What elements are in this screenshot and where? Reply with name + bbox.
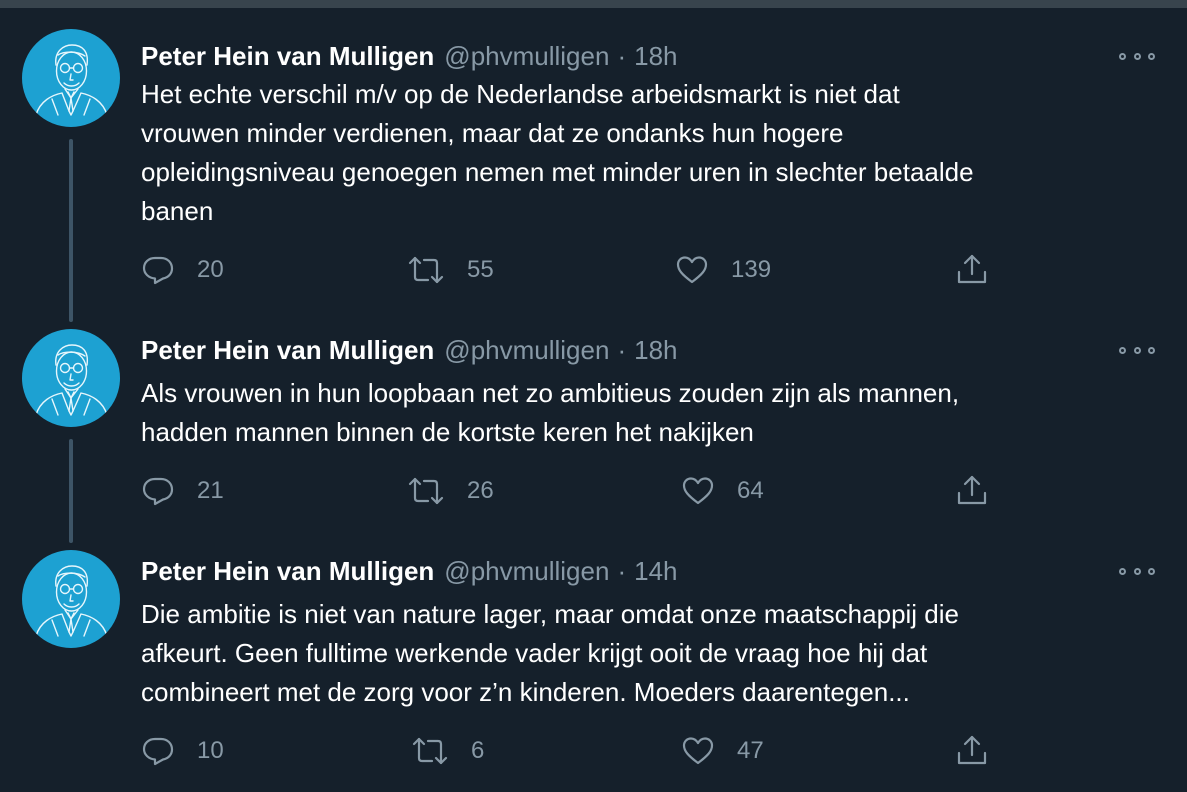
tweet-timestamp[interactable]: 18h: [634, 36, 677, 76]
reply-button[interactable]: 21: [141, 471, 224, 511]
tweet-header: Peter Hein van Mulligen @phvmulligen · 1…: [141, 330, 678, 370]
retweet-button[interactable]: 55: [407, 250, 494, 290]
like-count: 64: [737, 477, 764, 504]
tweet-text: Het echte verschil m/v op de Nederlandse…: [141, 79, 974, 226]
author-handle[interactable]: @phvmulligen: [444, 36, 609, 76]
like-count: 139: [731, 256, 772, 283]
more-options-button[interactable]: [1119, 340, 1155, 360]
more-icon: [1148, 567, 1155, 575]
retweet-count: 55: [467, 256, 494, 283]
reply-icon: [142, 477, 174, 506]
reply-count: 10: [197, 737, 224, 764]
separator-dot: ·: [617, 556, 627, 586]
reply-button[interactable]: 20: [141, 250, 224, 290]
author-name[interactable]: Peter Hein van Mulligen: [141, 330, 434, 370]
author-name[interactable]: Peter Hein van Mulligen: [141, 551, 434, 591]
tweet-timestamp[interactable]: 18h: [634, 330, 677, 370]
share-button[interactable]: [955, 250, 989, 290]
retweet-icon: [408, 477, 444, 505]
avatar[interactable]: [22, 550, 120, 648]
share-icon: [957, 475, 987, 505]
share-button[interactable]: [955, 731, 989, 771]
share-icon: [957, 735, 987, 765]
tweet-actions: 10 6 47: [141, 731, 1001, 771]
more-icon: [1133, 52, 1141, 60]
author-handle[interactable]: @phvmulligen: [444, 551, 609, 591]
like-count: 47: [737, 737, 764, 764]
thread-connector-line: [69, 139, 73, 322]
share-button[interactable]: [955, 471, 989, 511]
reply-count: 20: [197, 256, 224, 283]
more-icon: [1148, 346, 1155, 354]
author-name[interactable]: Peter Hein van Mulligen: [141, 36, 434, 76]
tweet-text: Die ambitie is niet van nature lager, ma…: [141, 599, 959, 707]
more-icon: [1133, 346, 1141, 354]
avatar[interactable]: [22, 329, 120, 427]
tweet-text: Als vrouwen in hun loopbaan net zo ambit…: [141, 378, 960, 447]
share-icon: [957, 254, 987, 284]
more-icon: [1119, 346, 1126, 354]
retweet-button[interactable]: 6: [411, 731, 484, 771]
retweet-icon: [412, 737, 448, 765]
reply-button[interactable]: 10: [141, 731, 224, 771]
more-options-button[interactable]: [1119, 561, 1155, 581]
like-button[interactable]: 139: [675, 250, 771, 290]
avatar-portrait-icon: [35, 44, 108, 116]
tweet-timestamp[interactable]: 14h: [634, 551, 677, 591]
more-icon: [1119, 567, 1126, 575]
tweet-actions: 21 26 64: [141, 471, 1001, 511]
separator-dot: ·: [617, 41, 627, 71]
more-icon: [1148, 52, 1155, 60]
author-handle[interactable]: @phvmulligen: [444, 330, 609, 370]
tweet-actions: 20 55 139: [141, 250, 1001, 290]
tweet-header: Peter Hein van Mulligen @phvmulligen · 1…: [141, 551, 678, 591]
more-icon: [1133, 567, 1141, 575]
top-divider: [0, 0, 1187, 8]
like-button[interactable]: 47: [681, 731, 764, 771]
separator-dot: ·: [617, 335, 627, 365]
tweet-thread: Peter Hein van Mulligen @phvmulligen · 1…: [0, 8, 1187, 792]
tweet-header: Peter Hein van Mulligen @phvmulligen · 1…: [141, 36, 678, 76]
reply-icon: [142, 737, 174, 766]
more-options-button[interactable]: [1119, 46, 1155, 66]
like-button[interactable]: 64: [681, 471, 764, 511]
like-icon: [682, 477, 714, 505]
avatar-portrait-icon: [35, 344, 108, 416]
avatar[interactable]: [22, 29, 120, 127]
more-icon: [1119, 52, 1126, 60]
retweet-count: 26: [467, 477, 494, 504]
retweet-count: 6: [471, 737, 485, 764]
retweet-icon: [408, 256, 444, 284]
retweet-button[interactable]: 26: [407, 471, 494, 511]
reply-count: 21: [197, 477, 224, 504]
like-icon: [682, 737, 714, 765]
avatar-portrait-icon: [35, 565, 108, 637]
thread-connector-line: [69, 439, 73, 543]
like-icon: [676, 256, 708, 284]
reply-icon: [142, 256, 174, 285]
